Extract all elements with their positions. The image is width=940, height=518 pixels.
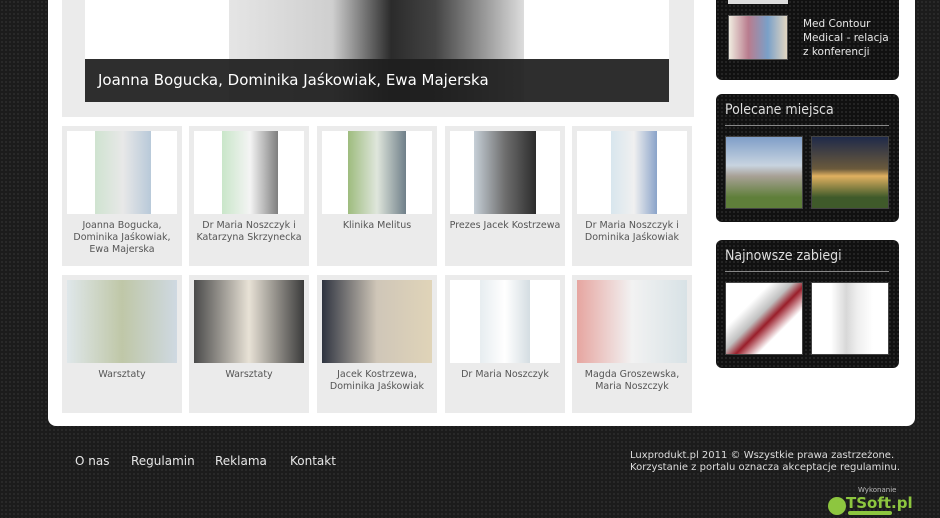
footer-link-regulamin[interactable]: Regulamin [131, 454, 195, 468]
gallery-item[interactable]: Dr Maria Noszczyk [445, 275, 565, 413]
news-thumb-previous[interactable] [728, 0, 788, 4]
gallery-caption: Magda Groszewska, Maria Noszczyk [584, 369, 680, 392]
polecane-photo[interactable] [725, 136, 803, 209]
gallery-photo [194, 280, 304, 363]
gallery-item[interactable]: Dr Maria Noszczyk i Katarzyna Skrzynecka [189, 126, 309, 266]
apple-icon [828, 497, 846, 515]
polecane-title: Polecane miejsca [725, 102, 889, 126]
gallery-photo [322, 131, 432, 214]
gallery-caption: Jacek Kostrzewa, Dominika Jaśkowiak [329, 369, 425, 392]
gallery-item[interactable]: Joanna Bogucka, Dominika Jaśkowiak, Ewa … [62, 126, 182, 266]
gallery-photo [194, 131, 304, 214]
copyright: Luxprodukt.pl 2011 © Wszystkie prawa zas… [630, 450, 900, 474]
gallery-caption: Klinika Melitus [342, 220, 412, 231]
copyright-line: Luxprodukt.pl 2011 © Wszystkie prawa zas… [630, 450, 895, 461]
sidebar-news-box: Med Contour Medical - relacja z konferen… [716, 0, 899, 80]
sidebar-polecane-box: Polecane miejsca [716, 94, 899, 222]
sidebar-zabiegi-box: Najnowsze zabiegi [716, 240, 899, 368]
footer-link-kontakt[interactable]: Kontakt [290, 454, 336, 468]
gallery-item[interactable]: Magda Groszewska, Maria Noszczyk [572, 275, 692, 413]
footer-link-reklama[interactable]: Reklama [215, 454, 267, 468]
news-title-link[interactable]: Med Contour Medical - relacja z konferen… [803, 17, 893, 59]
zabiegi-title: Najnowsze zabiegi [725, 248, 889, 272]
gallery-caption: Joanna Bogucka, Dominika Jaśkowiak, Ewa … [73, 220, 171, 255]
tsoft-logo-tagline-bar [848, 511, 892, 515]
gallery-photo [67, 280, 177, 363]
zabiegi-photo[interactable] [811, 282, 889, 355]
gallery-photo [67, 131, 177, 214]
news-thumb[interactable] [728, 15, 788, 60]
tsoft-logo[interactable]: TSoft.pl [846, 494, 913, 512]
hero-caption: Joanna Bogucka, Dominika Jaśkowiak, Ewa … [85, 59, 669, 102]
gallery-photo [577, 280, 687, 363]
hero-image[interactable]: Joanna Bogucka, Dominika Jaśkowiak, Ewa … [85, 0, 669, 102]
footer-link-o-nas[interactable]: O nas [75, 454, 109, 468]
gallery-item[interactable]: Jacek Kostrzewa, Dominika Jaśkowiak [317, 275, 437, 413]
gallery-item[interactable]: Warsztaty [189, 275, 309, 413]
gallery-photo [577, 131, 687, 214]
gallery-photo [450, 131, 560, 214]
gallery-caption: Warsztaty [98, 369, 146, 380]
gallery-item[interactable]: Warsztaty [62, 275, 182, 413]
gallery-caption: Prezes Jacek Kostrzewa [449, 220, 561, 231]
zabiegi-photo[interactable] [725, 282, 803, 355]
gallery-caption: Dr Maria Noszczyk [461, 369, 549, 380]
gallery-item[interactable]: Dr Maria Noszczyk i Dominika Jaśkowiak [572, 126, 692, 266]
gallery-item[interactable]: Prezes Jacek Kostrzewa [445, 126, 565, 266]
gallery-caption: Warsztaty [225, 369, 273, 380]
gallery-photo [322, 280, 432, 363]
gallery-photo [450, 280, 560, 363]
gallery-item[interactable]: Klinika Melitus [317, 126, 437, 266]
gallery-caption: Dr Maria Noszczyk i Dominika Jaśkowiak [584, 220, 680, 243]
made-by-label: Wykonanie [858, 486, 897, 494]
copyright-line: Korzystanie z portalu oznacza akceptacje… [630, 462, 900, 473]
polecane-photo[interactable] [811, 136, 889, 209]
gallery-caption: Dr Maria Noszczyk i Katarzyna Skrzynecka [196, 220, 302, 243]
